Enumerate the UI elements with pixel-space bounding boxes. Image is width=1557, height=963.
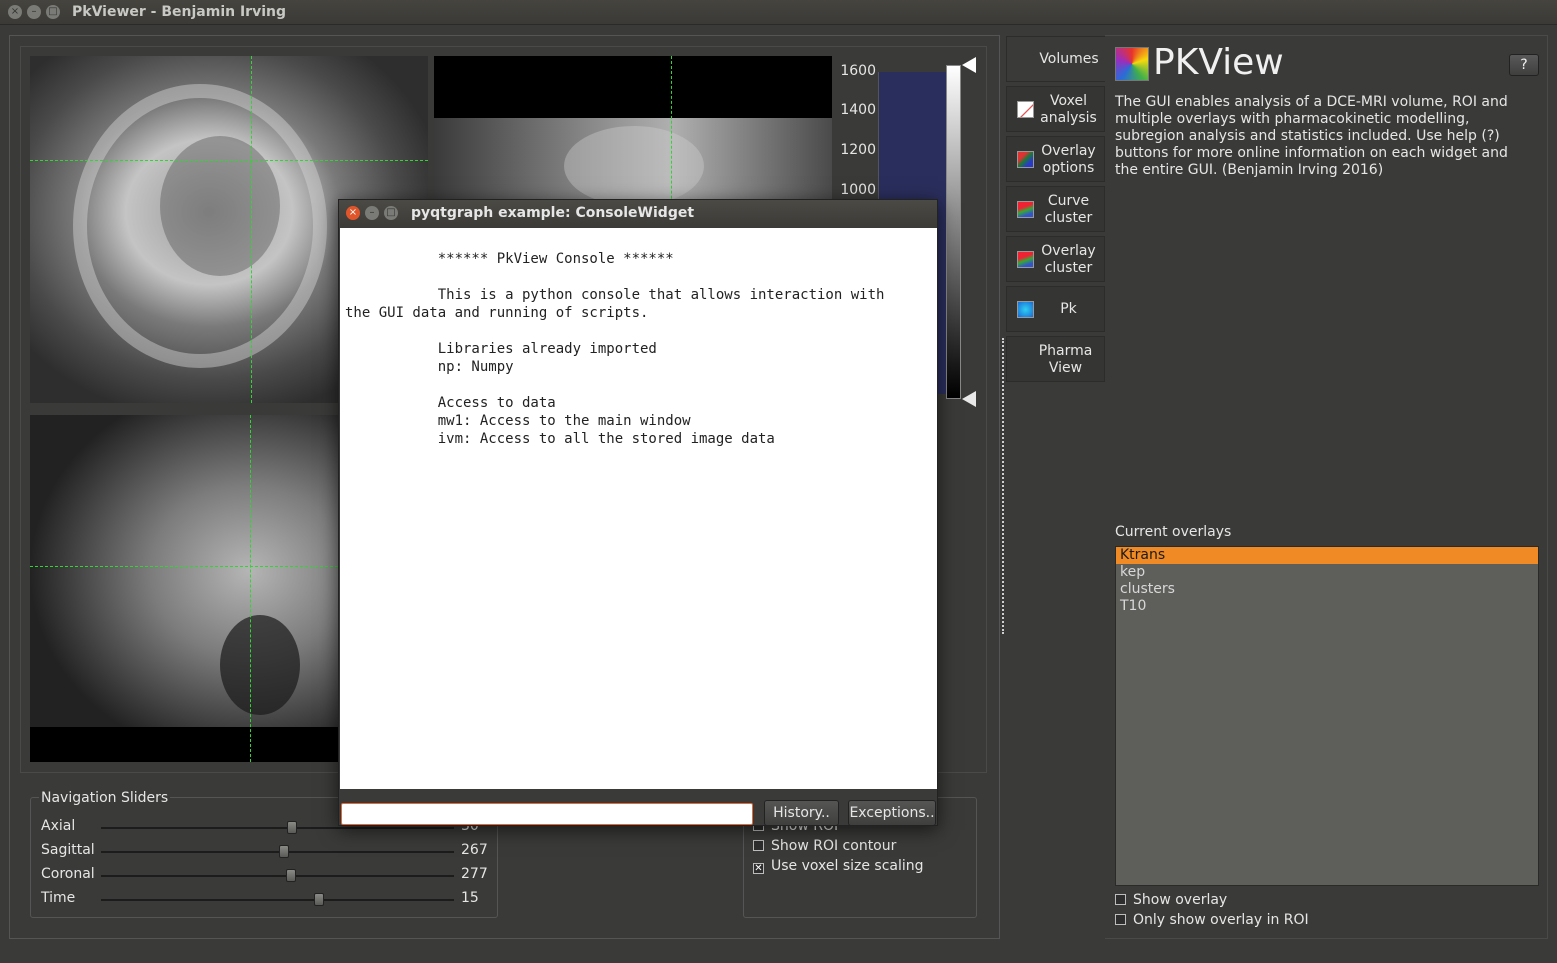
sagittal-label: Sagittal <box>41 842 95 858</box>
overlay-cluster-icon <box>1017 251 1034 268</box>
histogram-tick: 1600 <box>840 63 876 79</box>
navigation-sliders-title: Navigation Sliders <box>39 790 171 806</box>
console-titlebar[interactable]: × – □ pyqtgraph example: ConsoleWidget <box>339 200 937 227</box>
sagittal-value: 267 <box>461 842 488 858</box>
show-roi-contour-checkbox[interactable]: Show ROI contour <box>753 838 896 856</box>
list-item[interactable]: kep <box>1116 564 1538 581</box>
checkbox-icon <box>753 840 764 851</box>
tab-curve-cluster[interactable]: Curve cluster <box>1006 186 1105 232</box>
main-titlebar: × – □ PkViewer - Benjamin Irving <box>0 0 1557 25</box>
time-label: Time <box>41 890 76 906</box>
current-overlays-label: Current overlays <box>1115 524 1232 540</box>
list-item[interactable]: Ktrans <box>1116 547 1538 564</box>
curve-cluster-icon <box>1017 201 1034 218</box>
coronal-value: 277 <box>461 866 488 882</box>
tab-voxel-analysis-label: Voxel analysis <box>1040 93 1097 126</box>
tab-volumes-label: Volumes <box>1039 51 1099 67</box>
show-overlay-label: Show overlay <box>1133 892 1228 908</box>
time-slider-handle[interactable] <box>314 893 324 906</box>
console-title: pyqtgraph example: ConsoleWidget <box>411 205 695 221</box>
overlays-list[interactable]: Ktrans kep clusters T10 <box>1115 546 1539 886</box>
lut-max-handle[interactable] <box>962 57 976 73</box>
exceptions-button[interactable]: Exceptions.. <box>848 800 936 826</box>
window-close-button[interactable]: × <box>8 5 22 19</box>
axial-slider-track[interactable] <box>101 827 454 829</box>
voxel-scaling-label: Use voxel size scaling <box>771 858 924 874</box>
window-title: PkViewer - Benjamin Irving <box>72 4 286 20</box>
pk-icon <box>1017 301 1034 318</box>
tab-overlay-options[interactable]: Overlay options <box>1006 136 1105 182</box>
histogram-tick: 1000 <box>840 182 876 198</box>
checkbox-icon <box>1115 914 1126 925</box>
tab-voxel-analysis[interactable]: Voxel analysis <box>1006 86 1105 132</box>
lut-min-handle[interactable] <box>962 391 976 407</box>
crosshair-horizontal <box>30 160 428 161</box>
tab-curve-cluster-label: Curve cluster <box>1044 193 1093 226</box>
lut-gradient-bar[interactable] <box>946 65 961 399</box>
sagittal-slider-track[interactable] <box>101 851 454 853</box>
time-value: 15 <box>461 890 479 906</box>
console-maximize-button[interactable]: □ <box>384 206 398 220</box>
show-overlay-checkbox[interactable]: Show overlay <box>1115 892 1227 910</box>
sagittal-slider-handle[interactable] <box>279 845 289 858</box>
window-minimize-button[interactable]: – <box>27 5 41 19</box>
only-in-roi-checkbox[interactable]: Only show overlay in ROI <box>1115 912 1309 930</box>
app-title: PKView <box>1153 42 1284 83</box>
pkview-logo-icon <box>1115 47 1149 81</box>
checkbox-icon <box>1115 894 1126 905</box>
axial-slider-handle[interactable] <box>287 821 297 834</box>
window-maximize-button[interactable]: □ <box>46 5 60 19</box>
voxel-analysis-icon <box>1017 101 1034 118</box>
console-dialog: × – □ pyqtgraph example: ConsoleWidget *… <box>338 199 938 826</box>
coronal-slider-row: Coronal 277 <box>41 866 491 886</box>
console-input[interactable] <box>341 803 753 825</box>
time-slider-track[interactable] <box>101 899 454 901</box>
crosshair-vertical <box>250 415 251 762</box>
crosshair-vertical <box>251 56 252 403</box>
history-button[interactable]: History.. <box>764 800 839 826</box>
help-button[interactable]: ? <box>1509 54 1539 76</box>
tab-overlay-cluster[interactable]: Overlay cluster <box>1006 236 1105 282</box>
tab-pk[interactable]: Pk <box>1006 286 1105 332</box>
tab-pharma-view-label: Pharma View <box>1038 343 1093 376</box>
tab-pk-label: Pk <box>1060 301 1077 317</box>
histogram-tick: 1200 <box>840 142 876 158</box>
show-roi-contour-label: Show ROI contour <box>771 838 897 854</box>
app-description: The GUI enables analysis of a DCE-MRI vo… <box>1115 94 1508 178</box>
histogram-tick: 1400 <box>840 102 876 118</box>
coronal-slider-track[interactable] <box>101 875 454 877</box>
list-item[interactable]: T10 <box>1116 598 1538 615</box>
time-slider-row: Time 15 <box>41 890 491 910</box>
only-in-roi-label: Only show overlay in ROI <box>1133 912 1309 928</box>
console-minimize-button[interactable]: – <box>365 206 379 220</box>
voxel-scaling-checkbox[interactable]: ✕ Use voxel size scaling <box>753 858 924 876</box>
axial-label: Axial <box>41 818 76 834</box>
checked-icon: ✕ <box>753 863 764 874</box>
console-output[interactable]: ****** PkView Console ****** This is a p… <box>340 228 937 789</box>
tab-pharma-view[interactable]: Pharma View <box>1006 336 1105 382</box>
tab-volumes[interactable]: Volumes <box>1006 36 1105 82</box>
list-item[interactable]: clusters <box>1116 581 1538 598</box>
coronal-label: Coronal <box>41 866 95 882</box>
tab-overlay-options-label: Overlay options <box>1041 143 1096 176</box>
overlay-options-icon <box>1017 151 1034 168</box>
console-close-button[interactable]: × <box>346 206 360 220</box>
coronal-slider-handle[interactable] <box>286 869 296 882</box>
tab-overlay-cluster-label: Overlay cluster <box>1041 243 1096 276</box>
panel-splitter[interactable] <box>1002 338 1004 634</box>
sagittal-slider-row: Sagittal 267 <box>41 842 491 862</box>
